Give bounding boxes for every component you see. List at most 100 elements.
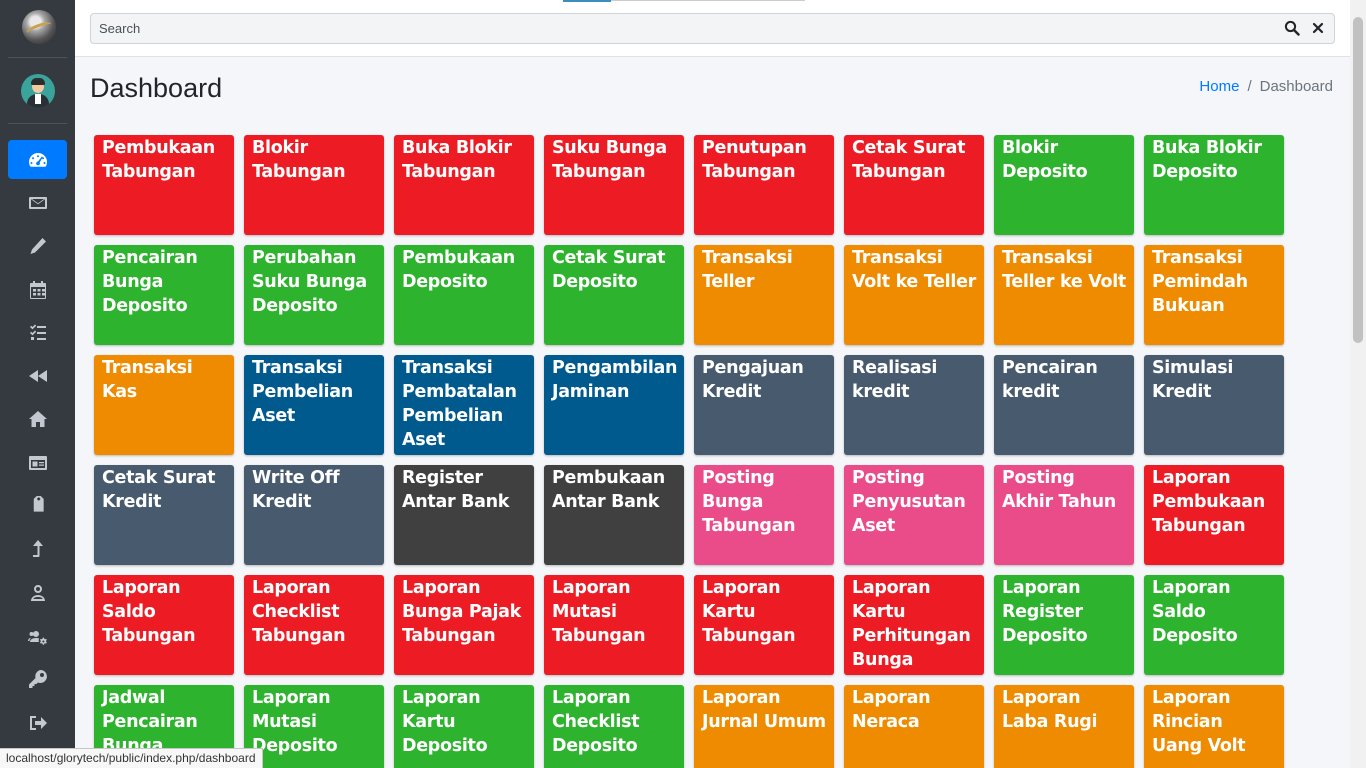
dashboard-tile[interactable]: Transaksi Kas [94,355,234,455]
sidebar-item-tasks[interactable] [0,311,75,354]
tile-label: Laporan Checklist Deposito [552,688,640,756]
tile-label: Posting Penyusutan Aset [852,468,966,536]
dashboard-tile[interactable]: Penutupan Tabungan [694,135,834,235]
sidebar-item-backward[interactable] [0,354,75,397]
tile-label: Transaksi Teller ke Volt [1002,248,1126,292]
dashboard-tile[interactable]: Laporan Checklist Deposito [544,685,684,768]
sidebar-item-mail[interactable] [0,181,75,224]
dashboard-tile[interactable]: Posting Penyusutan Aset [844,465,984,565]
dashboard-tile[interactable]: Laporan Register Deposito [994,575,1134,675]
close-icon[interactable] [1310,20,1326,36]
dashboard-tile[interactable]: Transaksi Teller [694,245,834,345]
dashboard-tile[interactable]: Buka Blokir Tabungan [394,135,534,235]
dashboard-tile[interactable]: Pengambilan Jaminan [544,355,684,455]
dashboard-tile[interactable]: Pembukaan Antar Bank [544,465,684,565]
dashboard-tile[interactable]: Perubahan Suku Bunga Deposito [244,245,384,345]
dashboard-tile[interactable]: Laporan Neraca [844,685,984,768]
tile-label: Transaksi Pembatalan Pembelian Aset [402,358,517,450]
tasks-icon [29,324,46,340]
dashboard-tile[interactable]: Posting Akhir Tahun [994,465,1134,565]
users-cog-icon [27,630,47,645]
tile-label: Write Off Kredit [252,468,340,512]
dashboard-tile[interactable]: Register Antar Bank [394,465,534,565]
dashboard-tile[interactable]: Laporan Saldo Tabungan [94,575,234,675]
sidebar-item-users[interactable] [0,614,75,657]
sidebar [0,0,75,768]
dashboard-tile[interactable]: Laporan Pembukaan Tabungan [1144,465,1284,565]
tile-label: Penutupan Tabungan [702,138,807,182]
dashboard-tile[interactable]: Laporan Rincian Uang Volt [1144,685,1284,768]
dashboard-tile[interactable]: Laporan Checklist Tabungan [244,575,384,675]
dashboard-tile[interactable]: Transaksi Pembelian Aset [244,355,384,455]
dashboard-tile[interactable]: Transaksi Volt ke Teller [844,245,984,345]
sidebar-item-home[interactable] [0,398,75,441]
dashboard-tile[interactable]: Laporan Jurnal Umum [694,685,834,768]
tile-label: Pencairan kredit [1002,358,1098,402]
tile-label: Pengajuan Kredit [702,358,804,402]
dashboard-tile[interactable]: Laporan Kartu Perhitungan Bunga [844,575,984,675]
scrollbar-thumb[interactable] [1353,17,1363,343]
dashboard-tile[interactable]: Laporan Kartu Deposito [394,685,534,768]
sidebar-item-tag[interactable] [0,484,75,527]
sidebar-item-id-card[interactable] [0,441,75,484]
search-input[interactable] [91,14,1271,43]
tag-icon [33,496,44,512]
sidebar-item-dashboard[interactable] [0,138,75,181]
dashboard-tile[interactable]: Pencairan Bunga Deposito [94,245,234,345]
dashboard-tile[interactable]: Laporan Saldo Deposito [1144,575,1284,675]
brand-logo[interactable] [22,10,56,44]
dashboard-tile[interactable]: Pengajuan Kredit [694,355,834,455]
sidebar-item-key[interactable] [0,658,75,701]
search-icon[interactable] [1284,20,1300,36]
dashboard-tile[interactable]: Posting Bunga Tabungan [694,465,834,565]
sidebar-nav [0,138,75,744]
dashboard-tile[interactable]: Suku Bunga Tabungan [544,135,684,235]
sign-out-icon [29,715,47,730]
tile-label: Laporan Register Deposito [1002,578,1088,646]
dashboard-tile[interactable]: Pembukaan Tabungan [94,135,234,235]
sidebar-item-level-up[interactable] [0,528,75,571]
tile-label: Pembukaan Tabungan [102,138,215,182]
dashboard-tile[interactable]: Laporan Mutasi Deposito [244,685,384,768]
tile-label: Laporan Bunga Pajak Tabungan [402,578,521,646]
tile-label: Buka Blokir Tabungan [402,138,512,182]
breadcrumb-separator: / [1247,78,1252,95]
dashboard-tile[interactable]: Cetak Surat Deposito [544,245,684,345]
tab-divider [611,0,805,1]
tile-label: Buka Blokir Deposito [1152,138,1262,182]
dashboard-tile[interactable]: Laporan Bunga Pajak Tabungan [394,575,534,675]
page-scrollbar[interactable] [1350,0,1366,768]
dashboard-tile[interactable]: Buka Blokir Deposito [1144,135,1284,235]
sidebar-item-edit[interactable] [0,225,75,268]
tab-indicator [563,0,611,2]
dashboard-tile[interactable]: Laporan Mutasi Tabungan [544,575,684,675]
dashboard-tile[interactable]: Pembukaan Deposito [394,245,534,345]
dashboard-tile[interactable]: Simulasi Kredit [1144,355,1284,455]
dashboard-tile[interactable]: Blokir Tabungan [244,135,384,235]
user-avatar[interactable] [21,74,55,108]
pencil-icon [30,238,46,255]
tile-label: Laporan Kartu Tabungan [702,578,796,646]
dashboard-tile[interactable]: Pencairan kredit [994,355,1134,455]
dashboard-tile[interactable]: Realisasi kredit [844,355,984,455]
breadcrumb-home-link[interactable]: Home [1199,78,1239,95]
tile-label: Cetak Surat Deposito [552,248,666,292]
tile-label: Posting Akhir Tahun [1002,468,1116,512]
sidebar-item-logout[interactable] [0,701,75,744]
tile-label: Laporan Rincian Uang Volt [1152,688,1246,756]
tile-label: Cetak Surat Kredit [102,468,216,512]
sidebar-item-calendar[interactable] [0,268,75,311]
dashboard-tile[interactable]: Transaksi Pemindah Bukuan [1144,245,1284,345]
dashboard-tile[interactable]: Transaksi Teller ke Volt [994,245,1134,345]
dashboard-tile[interactable]: Laporan Laba Rugi [994,685,1134,768]
dashboard-tile[interactable]: Cetak Surat Tabungan [844,135,984,235]
dashboard-tile[interactable]: Write Off Kredit [244,465,384,565]
dashboard-tile[interactable]: Laporan Kartu Tabungan [694,575,834,675]
dashboard-tile[interactable]: Transaksi Pembatalan Pembelian Aset [394,355,534,455]
dashboard-tile[interactable]: Blokir Deposito [994,135,1134,235]
tile-label: Blokir Deposito [1002,138,1088,182]
tile-label: Laporan Laba Rugi [1002,688,1098,732]
sidebar-item-profile[interactable] [0,571,75,614]
tile-label: Laporan Kartu Perhitungan Bunga [852,578,971,670]
dashboard-tile[interactable]: Cetak Surat Kredit [94,465,234,565]
